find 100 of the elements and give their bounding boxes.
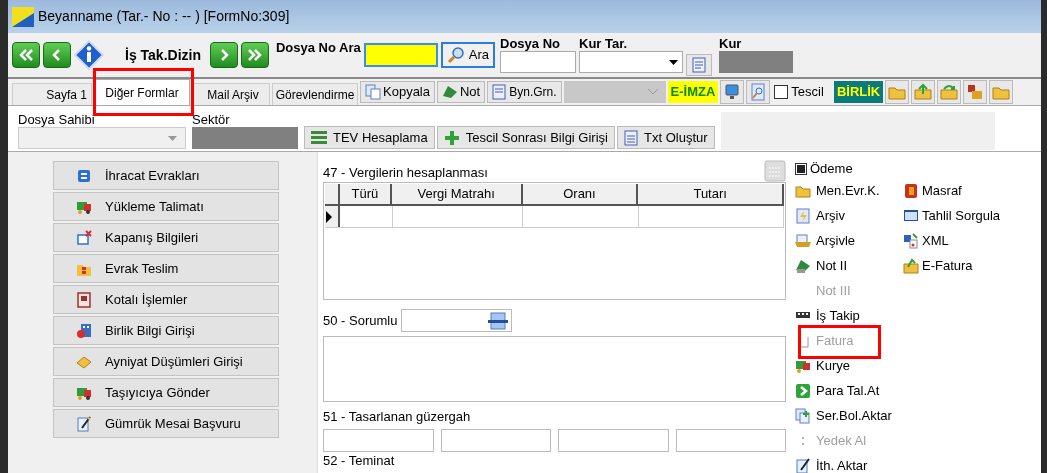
menu-item[interactable]: Not II	[795, 253, 903, 278]
boxes-button[interactable]	[963, 79, 988, 104]
window-title: Beyanname (Tar.- No : -- ) [FormNo:309]	[38, 7, 290, 26]
folder-up-button[interactable]	[911, 79, 936, 104]
menu-item[interactable]: Ser.Bol.Aktar	[795, 403, 903, 428]
previous-button[interactable]	[43, 42, 71, 68]
form-button[interactable]: Taşıyıcıya Gönder	[53, 378, 279, 407]
form-button[interactable]: Gümrük Mesai Başvuru	[53, 409, 279, 438]
teminat-label: 52 - Teminat	[323, 453, 396, 468]
calculator-icon[interactable]	[764, 160, 786, 182]
search-icon	[446, 46, 465, 64]
menu-item[interactable]: XML	[903, 228, 1001, 253]
column-header[interactable]: Tutarı	[638, 184, 784, 204]
note-icon	[795, 257, 811, 274]
odeme-label: Ödeme	[810, 160, 853, 179]
action-button[interactable]: TEV Hesaplama	[304, 126, 435, 149]
form-button[interactable]: Yükleme Talimatı	[53, 192, 279, 221]
menu-item[interactable]: E-Fatura	[903, 253, 1001, 278]
first-button[interactable]	[12, 42, 40, 68]
document-icon	[692, 57, 706, 73]
guzergah-label: 51 - Tasarlanan güzergah	[323, 408, 472, 426]
menu-item[interactable]: Arşiv	[795, 203, 903, 228]
lightning-document-icon	[795, 207, 811, 224]
play-icon	[795, 382, 811, 399]
birlik-badge[interactable]: BİRLİK	[833, 80, 884, 103]
menu-item[interactable]: Men.Evr.K.	[795, 178, 903, 203]
document-search-icon	[749, 82, 768, 101]
sorumlu-field[interactable]	[401, 309, 513, 332]
last-button[interactable]	[241, 42, 269, 68]
menu-item[interactable]: Kurye	[795, 353, 903, 378]
tab[interactable]: Diğer Formlar	[94, 79, 190, 105]
inbox-tray-icon	[795, 232, 811, 249]
copy-icon	[365, 83, 381, 100]
folder-button[interactable]	[885, 79, 910, 104]
form-button[interactable]: Kotalı İşlemler	[53, 285, 279, 314]
menu-item[interactable]: İth. Aktar	[795, 453, 903, 473]
action-button[interactable]: Tescil Sonrası Bilgi Girişi	[436, 126, 615, 149]
menu-item[interactable]: Para Tal.At	[795, 378, 903, 403]
pen-document-icon	[76, 415, 92, 432]
menu-item[interactable]: Masraf	[903, 178, 1001, 203]
double-chevron-right-icon	[247, 48, 263, 62]
next-button[interactable]	[210, 42, 238, 68]
route-field[interactable]	[675, 428, 786, 452]
tescil-label: Tescil	[791, 82, 824, 101]
folder-arrow-icon	[903, 257, 919, 274]
e-imza-button[interactable]: E-İMZA	[667, 80, 719, 103]
tab[interactable]: Mail Arşiv	[192, 83, 270, 105]
dizin-label: İş Tak.Dizin	[125, 45, 201, 65]
menu-item[interactable]: İş Takip	[795, 303, 903, 328]
folder-arrow-button[interactable]	[937, 79, 962, 104]
route-field[interactable]	[558, 428, 669, 452]
monitor-icon	[723, 82, 742, 101]
double-chevron-left-icon	[18, 48, 34, 62]
info-icon[interactable]	[74, 40, 104, 70]
note-icon	[442, 83, 458, 100]
copy-button[interactable]: Kopyala	[360, 80, 435, 103]
tab[interactable]: Görevlendirme	[272, 83, 358, 105]
action-button[interactable]: Txt Oluştur	[617, 126, 715, 149]
form-button[interactable]: Kapanış Bilgileri	[53, 223, 279, 252]
document-icon	[624, 129, 638, 146]
folder-arrow-icon	[940, 82, 959, 101]
byn-button[interactable]: Byn.Grn.	[487, 80, 562, 103]
route-field[interactable]	[440, 428, 551, 452]
window-close-icon	[76, 229, 92, 246]
kur-tar-dropdown[interactable]	[579, 51, 683, 73]
dosya-sahibi-dropdown[interactable]	[18, 127, 186, 149]
sorumlu-label: 50 - Sorumlu	[323, 311, 398, 330]
note-button[interactable]: Not	[437, 80, 486, 103]
document-button[interactable]	[686, 54, 712, 76]
route-field[interactable]	[323, 428, 434, 452]
taxes-title: 47 - Vergilerin hesaplanması	[323, 163, 488, 182]
column-header[interactable]: Türü	[339, 184, 392, 204]
tab[interactable]: Sayfa 1	[12, 83, 92, 105]
folder-button[interactable]	[989, 79, 1014, 104]
dosya-no-field[interactable]	[500, 51, 576, 73]
form-button[interactable]: Evrak Teslim	[53, 254, 279, 283]
menu-item[interactable]: Arşivle	[795, 228, 903, 253]
book-icon	[903, 182, 919, 199]
document-icon	[492, 83, 507, 100]
plus-icon	[443, 129, 460, 146]
search-field[interactable]	[363, 43, 438, 67]
menu-item[interactable]: Tahlil Sorgula	[903, 203, 1001, 228]
monitor-button[interactable]	[720, 79, 745, 104]
search-label: Dosya No Ara	[276, 39, 361, 57]
form-button[interactable]: Birlik Bilgi Girişi	[53, 316, 279, 345]
column-header[interactable]: Oranı	[522, 184, 639, 204]
image-arrow-icon	[903, 232, 919, 249]
sektor-label: Sektör	[192, 112, 231, 127]
form-button[interactable]: Ayniyat Düşümleri Girişi	[53, 347, 279, 376]
form-button[interactable]: İhracat Evrakları	[53, 161, 279, 190]
column-header[interactable]: Vergi Matrahı	[391, 184, 523, 204]
dosya-no-label: Dosya No	[500, 37, 561, 51]
chevron-down-icon	[647, 88, 658, 95]
copy-plus-icon	[795, 407, 811, 424]
search-button[interactable]: Ara	[440, 42, 495, 68]
dosya-sahibi-label: Dosya Sahibi	[18, 112, 96, 127]
monitor-window-icon	[903, 207, 919, 224]
tescil-checkbox[interactable]	[774, 84, 789, 99]
list-icon	[311, 130, 327, 145]
odeme-checkbox[interactable]	[795, 163, 807, 175]
